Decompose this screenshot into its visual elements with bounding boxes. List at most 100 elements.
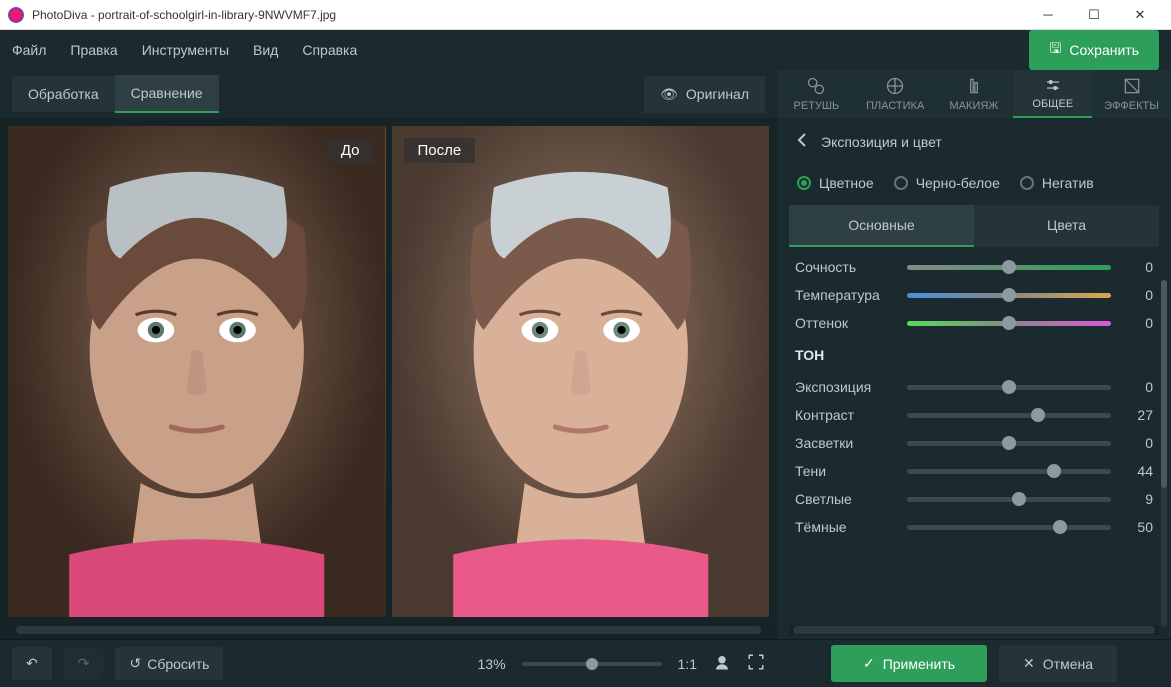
close-icon: ✕ xyxy=(1023,655,1035,672)
window-title: PhotoDiva - portrait-of-schoolgirl-in-li… xyxy=(32,8,1025,22)
reset-button[interactable]: ↺Сбросить xyxy=(115,647,223,680)
slider-track[interactable] xyxy=(907,469,1111,474)
slider-row: Контраст 27 xyxy=(795,407,1153,423)
radio-dot-icon xyxy=(797,176,811,190)
tab-compare[interactable]: Сравнение xyxy=(115,75,219,113)
back-button[interactable] xyxy=(797,132,807,151)
face-icon xyxy=(713,653,731,671)
slider-label: Засветки xyxy=(795,435,895,451)
fullscreen-icon xyxy=(747,653,765,671)
plastic-icon xyxy=(885,76,905,96)
slider-thumb[interactable] xyxy=(1002,380,1016,394)
redo-button[interactable]: ↷ xyxy=(64,647,104,680)
tab-effects[interactable]: ЭФФЕКТЫ xyxy=(1092,70,1171,118)
subtab-colors[interactable]: Цвета xyxy=(974,205,1159,247)
menu-bar: Файл Правка Инструменты Вид Справка 🖫 Со… xyxy=(0,30,1171,70)
redo-icon: ↷ xyxy=(78,655,90,672)
radio-dot-icon xyxy=(1020,176,1034,190)
slider-track[interactable] xyxy=(907,497,1111,502)
face-fit-button[interactable] xyxy=(713,653,731,674)
section-tone: ТОН xyxy=(795,347,1153,363)
zoom-slider[interactable] xyxy=(522,662,662,666)
before-image[interactable]: До xyxy=(8,126,386,617)
menu-help[interactable]: Справка xyxy=(302,42,357,58)
slider-row: Экспозиция 0 xyxy=(795,379,1153,395)
tab-plastic[interactable]: ПЛАСТИКА xyxy=(856,70,935,118)
bottom-bar: ↶ ↷ ↺Сбросить 13% 1:1 ✓Применить ✕Отмена xyxy=(0,639,1171,687)
retouch-icon xyxy=(806,76,826,96)
sliders-icon xyxy=(1043,76,1063,94)
undo-button[interactable]: ↶ xyxy=(12,647,52,680)
before-label: До xyxy=(327,138,374,163)
app-icon xyxy=(8,7,24,23)
undo-icon: ↶ xyxy=(26,655,38,672)
title-bar: PhotoDiva - portrait-of-schoolgirl-in-li… xyxy=(0,0,1171,30)
slider-row: Сочность 0 xyxy=(795,259,1153,275)
slider-label: Контраст xyxy=(795,407,895,423)
radio-dot-icon xyxy=(894,176,908,190)
slider-row: Температура 0 xyxy=(795,287,1153,303)
chevron-left-icon xyxy=(797,132,807,148)
zoom-value: 13% xyxy=(478,656,506,672)
slider-track[interactable] xyxy=(907,321,1111,326)
portrait-before xyxy=(8,126,385,617)
slider-value: 50 xyxy=(1123,519,1153,535)
radio-negative[interactable]: Негатив xyxy=(1020,175,1094,191)
maximize-button[interactable]: ☐ xyxy=(1071,0,1117,30)
save-button[interactable]: 🖫 Сохранить xyxy=(1029,30,1159,70)
slider-row: Светлые 9 xyxy=(795,491,1153,507)
canvas-area: До После xyxy=(0,118,777,639)
canvas-hscroll[interactable] xyxy=(8,625,769,635)
slider-thumb[interactable] xyxy=(1002,436,1016,450)
slider-thumb[interactable] xyxy=(1002,260,1016,274)
tab-makeup[interactable]: МАКИЯЖ xyxy=(935,70,1014,118)
panel-hscroll[interactable] xyxy=(789,625,1159,635)
close-button[interactable]: ✕ xyxy=(1117,0,1163,30)
slider-value: 0 xyxy=(1123,259,1153,275)
slider-row: Тени 44 xyxy=(795,463,1153,479)
slider-track[interactable] xyxy=(907,413,1111,418)
check-icon: ✓ xyxy=(863,655,875,672)
slider-track[interactable] xyxy=(907,265,1111,270)
slider-label: Температура xyxy=(795,287,895,303)
sliders-list: Сочность 0 Температура 0 Оттенок 0 ТОН Эк… xyxy=(777,247,1171,625)
slider-thumb[interactable] xyxy=(1047,464,1061,478)
slider-thumb[interactable] xyxy=(1002,316,1016,330)
eye-icon: 👁 xyxy=(660,86,678,103)
panel-vscroll[interactable] xyxy=(1161,280,1167,627)
ratio-button[interactable]: 1:1 xyxy=(678,656,697,672)
slider-track[interactable] xyxy=(907,385,1111,390)
slider-thumb[interactable] xyxy=(1002,288,1016,302)
fullscreen-button[interactable] xyxy=(747,653,765,674)
menu-view[interactable]: Вид xyxy=(253,42,278,58)
minimize-button[interactable]: ─ xyxy=(1025,0,1071,30)
subtab-basic[interactable]: Основные xyxy=(789,205,974,247)
radio-color[interactable]: Цветное xyxy=(797,175,874,191)
menu-file[interactable]: Файл xyxy=(12,42,46,58)
right-panel: Экспозиция и цвет Цветное Черно-белое Не… xyxy=(777,118,1171,639)
slider-track[interactable] xyxy=(907,525,1111,530)
radio-bw[interactable]: Черно-белое xyxy=(894,175,1000,191)
toolbar: Обработка Сравнение 👁 Оригинал РЕТУШЬ ПЛ… xyxy=(0,70,1171,118)
slider-label: Сочность xyxy=(795,259,895,275)
slider-row: Тёмные 50 xyxy=(795,519,1153,535)
original-button[interactable]: 👁 Оригинал xyxy=(644,76,765,113)
slider-thumb[interactable] xyxy=(1012,492,1026,506)
apply-button[interactable]: ✓Применить xyxy=(831,645,987,682)
slider-label: Тени xyxy=(795,463,895,479)
cancel-button[interactable]: ✕Отмена xyxy=(999,645,1117,682)
slider-thumb[interactable] xyxy=(1031,408,1045,422)
slider-row: Оттенок 0 xyxy=(795,315,1153,331)
slider-label: Светлые xyxy=(795,491,895,507)
tab-general[interactable]: ОБЩЕЕ xyxy=(1013,70,1092,118)
side-tabs: РЕТУШЬ ПЛАСТИКА МАКИЯЖ ОБЩЕЕ ЭФФЕКТЫ xyxy=(777,70,1171,118)
slider-track[interactable] xyxy=(907,293,1111,298)
slider-thumb[interactable] xyxy=(1053,520,1067,534)
tab-retouch[interactable]: РЕТУШЬ xyxy=(777,70,856,118)
slider-track[interactable] xyxy=(907,441,1111,446)
after-image[interactable]: После xyxy=(392,126,770,617)
slider-value: 44 xyxy=(1123,463,1153,479)
menu-edit[interactable]: Правка xyxy=(70,42,117,58)
tab-process[interactable]: Обработка xyxy=(12,76,115,112)
menu-tools[interactable]: Инструменты xyxy=(142,42,229,58)
